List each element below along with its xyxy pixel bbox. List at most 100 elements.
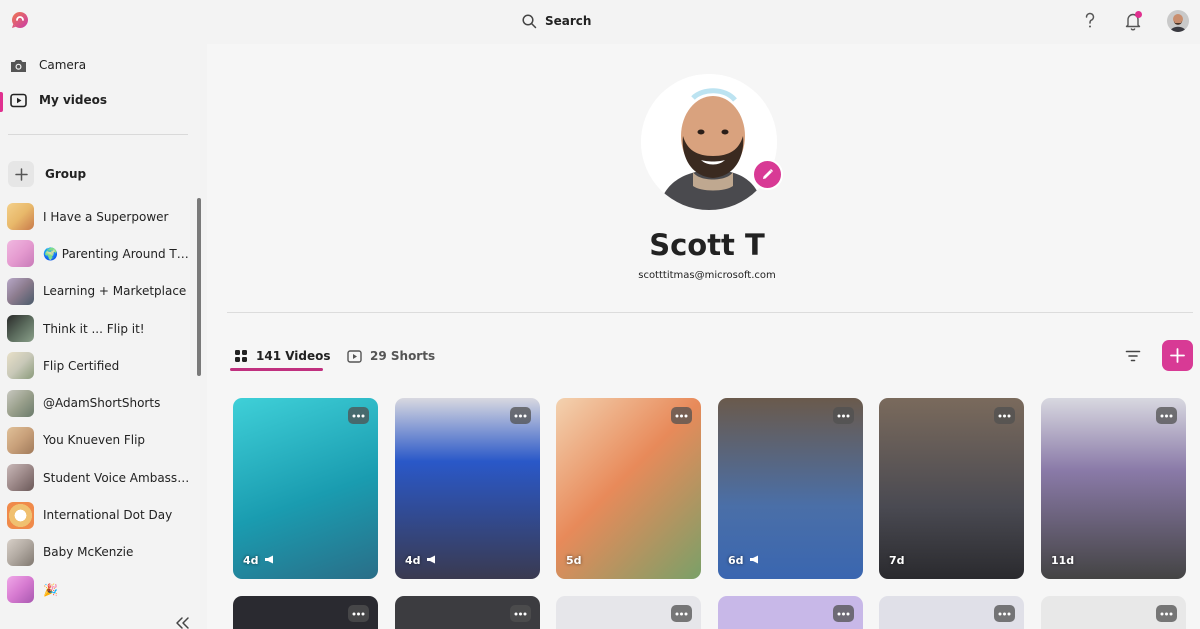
more-options-button[interactable] [348, 407, 369, 424]
sidebar-item-camera[interactable]: Camera [10, 53, 86, 77]
megaphone-icon [426, 554, 437, 567]
video-card[interactable] [879, 596, 1024, 629]
video-card[interactable]: 11d [1041, 398, 1186, 579]
sidebar-item-my-videos[interactable]: My videos [10, 88, 107, 112]
tab-shorts-label: 29 Shorts [370, 349, 436, 363]
video-age: 4d [405, 554, 437, 567]
tab-videos-label: 141 Videos [256, 349, 331, 363]
profile-email: scotttitmas@microsoft.com [638, 270, 776, 281]
more-options-button[interactable] [833, 605, 854, 622]
megaphone-icon [264, 554, 275, 567]
group-name: Think it ... Flip it! [43, 321, 145, 336]
profile-name: Scott T [649, 228, 765, 262]
group-name: International Dot Day [43, 508, 173, 523]
group-name: Baby McKenzie [43, 545, 134, 560]
video-age-label: 4d [405, 554, 421, 567]
group-item[interactable]: International Dot Day [7, 496, 197, 533]
video-age-label: 4d [243, 554, 259, 567]
group-name: 🎉 [43, 582, 58, 597]
group-item[interactable]: You Knueven Flip [7, 422, 197, 459]
search-label: Search [545, 14, 592, 28]
group-list: I Have a Superpower 🌍 Parenting Around T… [7, 198, 197, 608]
group-item[interactable]: Baby McKenzie [7, 534, 197, 571]
sidebar: Camera My videos Group I Have a Superpow… [0, 44, 205, 629]
group-thumbnail [7, 315, 34, 343]
collapse-sidebar-icon[interactable] [174, 616, 190, 629]
flip-logo-icon[interactable] [11, 11, 29, 29]
sidebar-divider [8, 134, 188, 135]
group-item[interactable]: 🎉 [7, 571, 197, 608]
group-label: Group [45, 167, 87, 181]
video-card[interactable] [556, 596, 701, 629]
group-name: Learning + Marketplace [43, 284, 187, 299]
search-button[interactable]: Search [522, 10, 591, 32]
user-avatar[interactable] [1167, 10, 1189, 32]
video-card[interactable] [395, 596, 540, 629]
help-icon[interactable] [1080, 10, 1100, 32]
more-options-button[interactable] [510, 407, 531, 424]
new-group-button[interactable]: Group [8, 161, 86, 187]
video-age-label: 5d [566, 554, 582, 567]
video-age: 11d [1051, 554, 1074, 567]
video-age: 7d [889, 554, 905, 567]
edit-profile-button[interactable] [752, 159, 783, 190]
group-thumbnail [7, 538, 34, 566]
more-options-button[interactable] [1156, 407, 1177, 424]
group-item[interactable]: Student Voice Ambassad... [7, 459, 197, 496]
video-age-label: 11d [1051, 554, 1075, 567]
video-card[interactable]: 4d [395, 398, 540, 579]
video-library-icon [10, 93, 27, 107]
sidebar-scrollbar[interactable] [197, 198, 201, 376]
tab-shorts[interactable]: 29 Shorts [347, 346, 435, 366]
play-square-icon [347, 349, 362, 363]
group-name: Flip Certified [43, 358, 120, 373]
more-options-button[interactable] [348, 605, 369, 622]
video-card[interactable]: 5d [556, 398, 701, 579]
main-panel: Scott T scotttitmas@microsoft.com 141 Vi… [207, 44, 1200, 629]
camera-icon [11, 59, 26, 72]
more-options-button[interactable] [671, 605, 692, 622]
megaphone-icon [749, 554, 760, 567]
more-options-button[interactable] [994, 407, 1015, 424]
more-options-button[interactable] [994, 605, 1015, 622]
video-card[interactable]: 7d [879, 398, 1024, 579]
group-item[interactable]: 🌍 Parenting Around The ... [7, 235, 197, 272]
group-thumbnail [7, 389, 34, 417]
tab-videos[interactable]: 141 Videos [234, 346, 331, 366]
group-name: I Have a Superpower [43, 209, 169, 224]
filter-sort-icon[interactable] [1125, 348, 1141, 364]
more-options-button[interactable] [671, 407, 692, 424]
video-card[interactable] [233, 596, 378, 629]
video-age: 6d [728, 554, 760, 567]
group-thumbnail [7, 240, 34, 268]
group-thumbnail [7, 426, 34, 454]
notification-badge [1135, 11, 1142, 18]
add-video-button[interactable] [1162, 340, 1193, 371]
active-indicator [0, 92, 3, 112]
more-options-button[interactable] [510, 605, 531, 622]
pencil-icon [763, 169, 773, 179]
group-item[interactable]: Flip Certified [7, 347, 197, 384]
more-options-button[interactable] [833, 407, 854, 424]
group-thumbnail [7, 501, 34, 529]
group-name: 🌍 Parenting Around The ... [43, 246, 191, 261]
more-options-button[interactable] [1156, 605, 1177, 622]
plus-icon [8, 161, 34, 187]
group-item[interactable]: @AdamShortShorts [7, 384, 197, 421]
group-thumbnail [7, 576, 34, 604]
group-item[interactable]: Think it ... Flip it! [7, 310, 197, 347]
video-age-label: 7d [889, 554, 905, 567]
video-card[interactable]: 6d [718, 398, 863, 579]
sidebar-item-label: Camera [39, 58, 87, 72]
video-card[interactable]: 4d [233, 398, 378, 579]
group-item[interactable]: I Have a Superpower [7, 198, 197, 235]
sidebar-item-label: My videos [39, 93, 107, 107]
video-card[interactable] [1041, 596, 1186, 629]
video-age: 4d [243, 554, 275, 567]
video-card[interactable] [718, 596, 863, 629]
video-age-label: 6d [728, 554, 744, 567]
group-item[interactable]: Learning + Marketplace [7, 273, 197, 310]
plus-icon [1170, 348, 1185, 363]
top-bar: Search [0, 0, 1200, 44]
group-thumbnail [7, 464, 34, 492]
